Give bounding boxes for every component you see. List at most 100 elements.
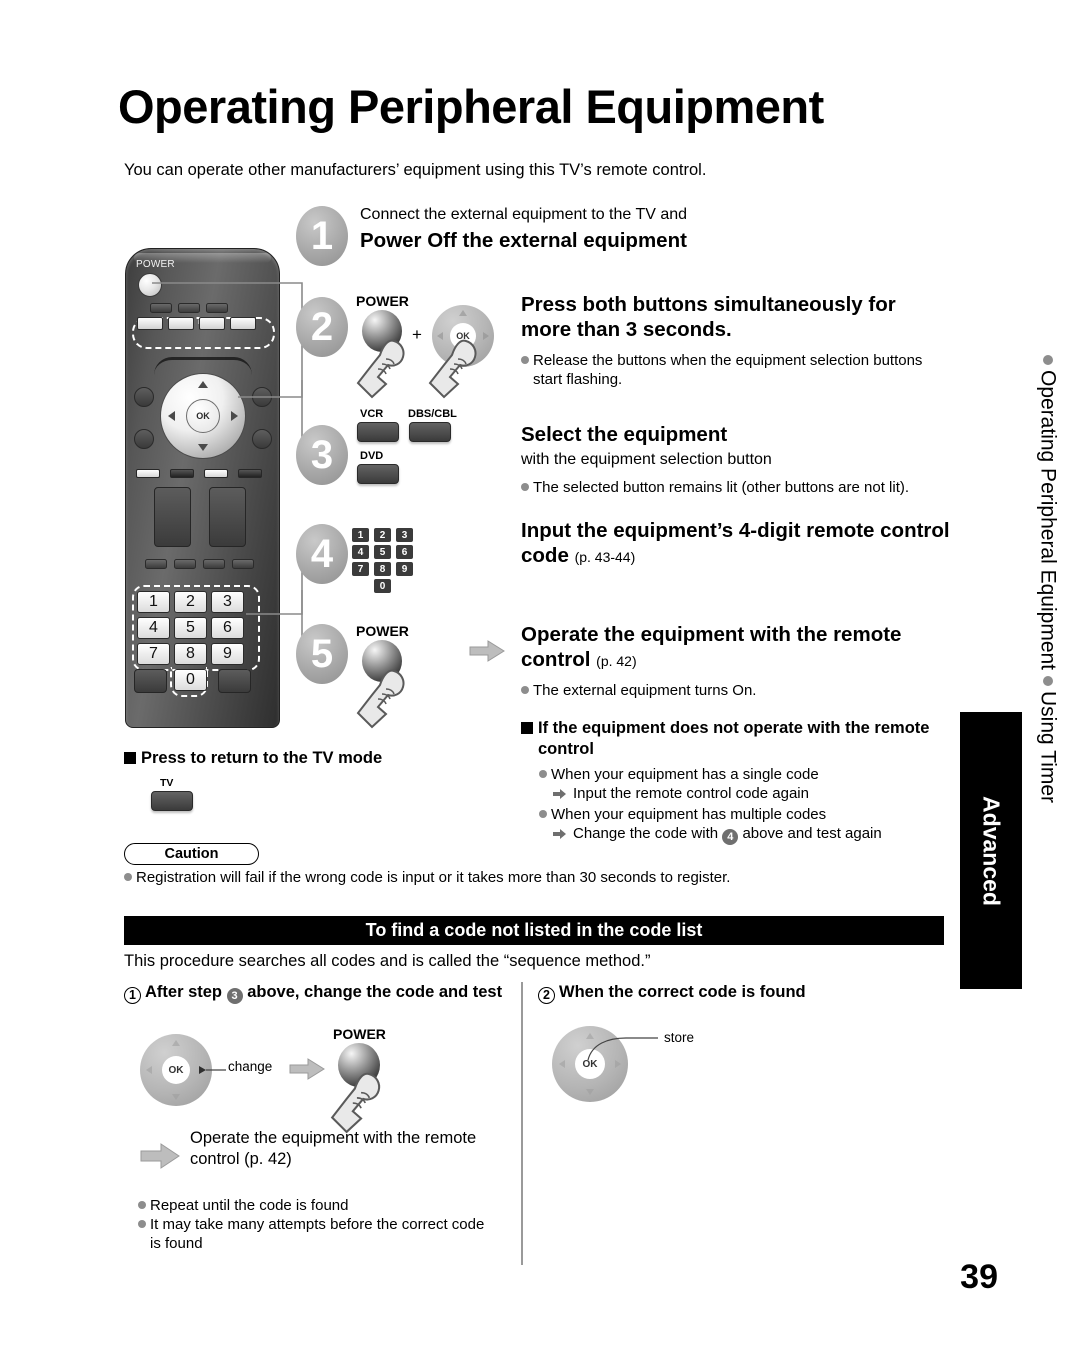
step-3-illustration: VCR DBS/CBL DVD — [352, 408, 492, 493]
step-2-plus-sign: + — [412, 325, 422, 344]
step-4-key-9[interactable]: 9 — [396, 562, 413, 576]
trouble-item-arrow: Input the remote control code again — [553, 784, 951, 804]
trouble-item-1-step-badge: 4 — [722, 829, 739, 846]
code-search-note: Repeat until the code is found — [138, 1196, 498, 1215]
step-4-key-7[interactable]: 7 — [352, 562, 369, 576]
code-search-intro: This procedure searches all codes and is… — [124, 952, 651, 970]
step-2-illustration: POWER + OK — [356, 293, 506, 399]
step-4-key-6[interactable]: 6 — [396, 545, 413, 559]
caution-note: Registration will fail if the wrong code… — [124, 868, 914, 887]
column-divider — [521, 982, 523, 1265]
trouble-item-bullet: When your equipment has multiple codes — [539, 805, 951, 824]
step-2-heading: Press both buttons simultaneously for mo… — [521, 293, 896, 341]
code-search-right-heading: 2 When the correct code is found — [538, 982, 938, 1004]
step-3-dvd-button[interactable] — [357, 464, 399, 484]
step-4-key-0[interactable]: 0 — [374, 579, 391, 593]
code-search-left-result: Operate the equipment with the remote co… — [190, 1129, 477, 1169]
dpad-down-arrow-icon — [172, 1094, 180, 1100]
step-3-vcr-label: VCR — [360, 408, 384, 420]
manual-page: Operating Peripheral Equipment You can o… — [0, 0, 1080, 1363]
step-2-number: 2 — [296, 297, 348, 357]
return-tv-heading-text: Press to return to the TV mode — [141, 749, 383, 767]
step-4-key-2[interactable]: 2 — [374, 528, 391, 542]
step-4-number: 4 — [296, 524, 348, 584]
caution-badge: Caution — [124, 843, 259, 865]
step-1-lead: Connect the external equipment to the TV… — [360, 206, 688, 223]
code-search-left-power-label: POWER — [333, 1026, 386, 1042]
dpad-right-arrow-icon — [199, 1066, 206, 1074]
trouble-item-1-post: above and test again — [742, 824, 882, 842]
trouble-heading: If the equipment does not operate with t… — [521, 718, 951, 759]
side-tab-chapter-list: Operating Peripheral Equipment Using Tim… — [1020, 355, 1060, 803]
step-5-bullet: The external equipment turns On. — [521, 681, 951, 700]
trouble-item-0-arrow-text: Input the remote control code again — [573, 785, 809, 803]
code-search-note-1: It may take many attempts before the cor… — [150, 1216, 485, 1253]
step-4-key-1[interactable]: 1 — [352, 528, 369, 542]
code-search-right-number: 2 — [538, 986, 555, 1004]
code-search-right-heading-text: When the correct code is found — [559, 983, 806, 1001]
step-3-heading: Select the equipment — [521, 423, 728, 446]
step-3-vcr-button[interactable] — [357, 422, 399, 442]
step-3-sub: with the equipment selection button — [521, 451, 772, 468]
return-tv-button-label: TV — [160, 776, 174, 789]
step-5-illustration: POWER — [356, 623, 476, 729]
step-3-dvd-label: DVD — [360, 450, 384, 462]
side-tab-item-1-label: Operating Peripheral Equipment — [1036, 370, 1060, 671]
step-4-illustration: 1 2 3 4 5 6 7 8 9 0 — [352, 528, 462, 598]
side-tab-item-2: Using Timer — [1036, 676, 1060, 803]
code-search-left-step-badge: 3 — [226, 988, 243, 1005]
step-4-key-8[interactable]: 8 — [374, 562, 391, 576]
step-5-heading-ref: (p. 42) — [596, 653, 637, 669]
code-search-left-number: 1 — [124, 986, 141, 1004]
code-search-left-dpad-disc[interactable]: OK — [140, 1034, 212, 1106]
dpad-up-arrow-icon — [459, 310, 467, 316]
trouble-item-1-pre: Change the code with — [573, 824, 719, 842]
code-search-store-label: store — [664, 1030, 695, 1045]
step-2-bullet-text: Release the buttons when the equipment s… — [533, 352, 923, 389]
return-tv-button[interactable] — [151, 790, 193, 811]
dpad-left-arrow-icon — [559, 1060, 565, 1068]
dpad-left-arrow-icon — [146, 1066, 152, 1074]
code-search-right-illustration: OK store — [552, 1022, 812, 1112]
pointing-hand-icon — [330, 1070, 388, 1134]
pointing-hand-icon — [428, 337, 484, 399]
trouble-item-1-text: When your equipment has multiple codes — [551, 805, 827, 823]
dpad-up-arrow-icon — [172, 1040, 180, 1046]
step-3-bullet-text: The selected button remains lit (other b… — [533, 479, 910, 496]
step-5-power-label: POWER — [356, 623, 409, 639]
section-bar-code-search: To find a code not listed in the code li… — [124, 916, 944, 945]
return-tv-heading: Press to return to the TV mode — [124, 748, 384, 769]
return-tv-illustration: TV — [146, 777, 384, 823]
step-3-dbscbl-button[interactable] — [409, 422, 451, 442]
step-3-dbscbl-label: DBS/CBL — [408, 408, 457, 420]
side-tab-item-1: Operating Peripheral Equipment — [1036, 355, 1060, 671]
gray-arrow-icon — [289, 1058, 325, 1080]
code-search-left-heading-pre: After step — [145, 983, 223, 1001]
gray-arrow-icon — [140, 1143, 180, 1169]
step-4-key-4[interactable]: 4 — [352, 545, 369, 559]
gray-arrow-icon — [469, 640, 505, 662]
trouble-item-0-text: When your equipment has a single code — [551, 766, 819, 784]
step-4-key-3[interactable]: 3 — [396, 528, 413, 542]
step-4-heading-ref: (p. 43-44) — [574, 549, 636, 565]
code-search-left-heading: 1 After step 3 above, change the code and… — [124, 982, 514, 1005]
side-tab-category-advanced: Advanced — [960, 712, 1022, 989]
code-search-change-label: change — [228, 1059, 273, 1074]
dpad-down-arrow-icon — [586, 1089, 594, 1095]
pointing-hand-icon — [356, 667, 412, 729]
arrow-right-icon — [553, 828, 566, 839]
arrow-right-icon — [553, 789, 566, 800]
code-search-left-ok-button[interactable]: OK — [162, 1056, 190, 1084]
step-2-bullet: Release the buttons when the equipment s… — [521, 351, 951, 389]
trouble-heading-text: If the equipment does not operate with t… — [538, 719, 930, 758]
step-5-heading-text: Operate the equipment with the remote co… — [521, 623, 902, 671]
code-search-left-illustration: OK change POWER — [140, 1026, 520, 1140]
step-5-number: 5 — [296, 624, 348, 684]
step-3-number: 3 — [296, 425, 348, 485]
code-search-note: It may take many attempts before the cor… — [138, 1215, 498, 1253]
leader-line — [206, 1069, 226, 1071]
trouble-item-arrow: Change the code with 4 above and test ag… — [553, 824, 951, 846]
step-4-key-5[interactable]: 5 — [374, 545, 391, 559]
step-5-heading: Operate the equipment with the remote co… — [521, 622, 951, 672]
step-1-heading: Power Off the external equipment — [360, 229, 687, 252]
